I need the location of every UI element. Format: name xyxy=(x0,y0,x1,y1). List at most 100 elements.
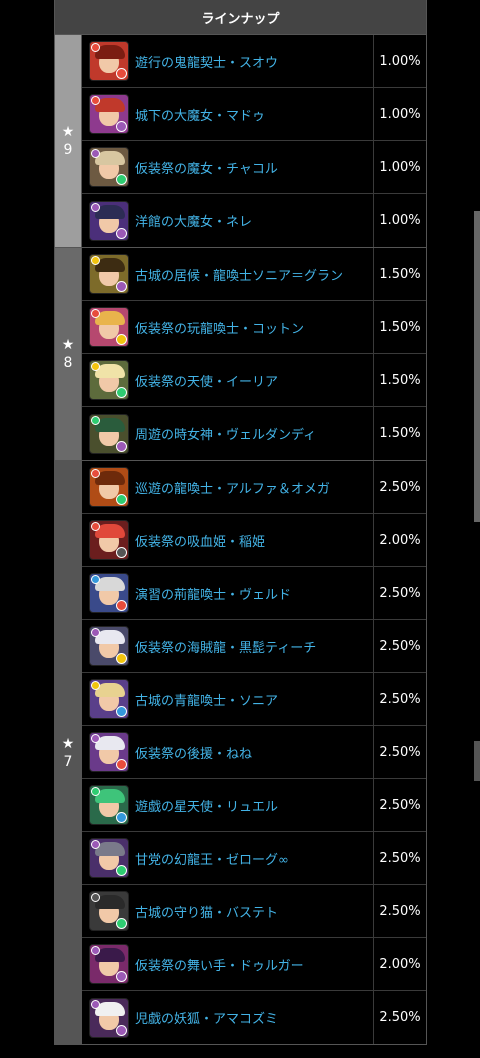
monster-name-link[interactable]: 遊行の鬼龍契士・スオウ xyxy=(135,52,373,71)
monster-name-link[interactable]: 仮装祭の海賊龍・黒髭ティーチ xyxy=(135,637,373,656)
lineup-row[interactable]: 仮装祭の魔女・チャコル 1.00% xyxy=(82,141,426,194)
main-attribute-orb-icon xyxy=(91,202,100,212)
star-icon: ★ xyxy=(61,337,75,353)
rarity-group: ★ 9 遊行の鬼龍契士・スオウ 1.00% 城下の大魔女・マドゥ 1.00% 仮装祭の魔女・… xyxy=(55,35,426,248)
main-attribute-orb-icon xyxy=(91,893,100,902)
monster-name-link[interactable]: 仮装祭の天使・イーリア xyxy=(135,371,373,390)
sub-attribute-orb-icon xyxy=(116,494,127,505)
lineup-row[interactable]: 仮装祭の吸血姫・稲姫 2.00% xyxy=(82,514,426,567)
monster-name-link[interactable]: 古城の居候・龍喚士ソニア＝グラン xyxy=(135,265,373,284)
monster-name-link[interactable]: 仮装祭の吸血姫・稲姫 xyxy=(135,531,373,550)
monster-name-link[interactable]: 甘党の幻龍王・ゼローグ∞ xyxy=(135,849,373,868)
star-icon: ★ xyxy=(61,735,75,752)
monster-name-link[interactable]: 巡遊の龍喚士・アルファ＆オメガ xyxy=(135,478,373,497)
monster-portrait-icon[interactable] xyxy=(89,573,129,613)
monster-name-link[interactable]: 仮装祭の舞い手・ドゥルガー xyxy=(135,955,373,974)
monster-name-link[interactable]: 古城の守り猫・バステト xyxy=(135,902,373,921)
lineup-row[interactable]: 仮装祭の舞い手・ドゥルガー 2.00% xyxy=(82,938,426,991)
monster-portrait-icon[interactable] xyxy=(89,254,129,294)
lineup-row[interactable]: 城下の大魔女・マドゥ 1.00% xyxy=(82,88,426,141)
monster-portrait-icon[interactable] xyxy=(89,732,129,772)
lineup-row[interactable]: 仮装祭の後援・ねね 2.50% xyxy=(82,726,426,779)
monster-portrait-icon[interactable] xyxy=(89,147,129,187)
rarity-label: ★ 8 xyxy=(55,248,82,460)
monster-name-link[interactable]: 古城の青龍喚士・ソニア xyxy=(135,690,373,709)
lineup-row[interactable]: 仮装祭の天使・イーリア 1.50% xyxy=(82,354,426,407)
sub-attribute-orb-icon xyxy=(116,918,127,929)
monster-portrait-icon[interactable] xyxy=(89,838,129,878)
lineup-row[interactable]: 遊行の鬼龍契士・スオウ 1.00% xyxy=(82,35,426,88)
monster-portrait-icon[interactable] xyxy=(89,200,129,241)
group-rows: 巡遊の龍喚士・アルファ＆オメガ 2.50% 仮装祭の吸血姫・稲姫 2.00% 演習の荊龍… xyxy=(82,461,426,1044)
monster-portrait-icon[interactable] xyxy=(89,94,129,134)
sub-attribute-orb-icon xyxy=(116,971,127,982)
lineup-groups: ★ 9 遊行の鬼龍契士・スオウ 1.00% 城下の大魔女・マドゥ 1.00% 仮装祭の魔女・… xyxy=(55,35,426,1045)
drop-rate: 2.50% xyxy=(373,779,426,831)
monster-name-link[interactable]: 仮装祭の魔女・チャコル xyxy=(135,158,373,177)
lineup-row[interactable]: 古城の守り猫・バステト 2.50% xyxy=(82,885,426,938)
monster-name-link[interactable]: 洋館の大魔女・ネレ xyxy=(135,211,373,230)
sub-attribute-orb-icon xyxy=(116,547,127,558)
monster-portrait-icon[interactable] xyxy=(89,944,129,984)
lineup-row[interactable]: 古城の青龍喚士・ソニア 2.50% xyxy=(82,673,426,726)
monster-portrait-icon[interactable] xyxy=(89,41,129,81)
main-attribute-orb-icon xyxy=(91,96,100,105)
sub-attribute-orb-icon xyxy=(116,334,127,345)
sub-attribute-orb-icon xyxy=(116,174,127,185)
drop-rate: 2.00% xyxy=(373,938,426,990)
monster-portrait-icon[interactable] xyxy=(89,785,129,825)
main-attribute-orb-icon xyxy=(91,522,100,531)
table-title: ラインナップ xyxy=(201,11,280,27)
sub-attribute-orb-icon xyxy=(116,706,127,717)
monster-portrait-icon[interactable] xyxy=(89,413,129,454)
monster-portrait-icon[interactable] xyxy=(89,360,129,400)
drop-rate: 1.50% xyxy=(373,354,426,406)
main-attribute-orb-icon xyxy=(91,840,100,849)
lineup-row[interactable]: 仮装祭の海賊龍・黒髭ティーチ 2.50% xyxy=(82,620,426,673)
lineup-row[interactable]: 古城の居候・龍喚士ソニア＝グラン 1.50% xyxy=(82,248,426,301)
main-attribute-orb-icon xyxy=(91,999,100,1009)
lineup-row[interactable]: 甘党の幻龍王・ゼローグ∞ 2.50% xyxy=(82,832,426,885)
sub-attribute-orb-icon xyxy=(116,387,127,398)
main-attribute-orb-icon xyxy=(91,43,100,52)
sub-attribute-orb-icon xyxy=(116,440,127,452)
sub-attribute-orb-icon xyxy=(116,653,127,664)
main-attribute-orb-icon xyxy=(91,415,100,425)
monster-name-link[interactable]: 仮装祭の玩龍喚士・コットン xyxy=(135,318,373,337)
monster-name-link[interactable]: 仮装祭の後援・ねね xyxy=(135,743,373,762)
monster-portrait-icon[interactable] xyxy=(89,626,129,666)
scrollbar-thumb[interactable] xyxy=(474,211,480,522)
lineup-row[interactable]: 巡遊の龍喚士・アルファ＆オメガ 2.50% xyxy=(82,461,426,514)
monster-name-link[interactable]: 周遊の時女神・ヴェルダンディ xyxy=(135,424,373,443)
monster-portrait-icon[interactable] xyxy=(89,997,129,1038)
lineup-row[interactable]: 演習の荊龍喚士・ヴェルド 2.50% xyxy=(82,567,426,620)
group-rows: 古城の居候・龍喚士ソニア＝グラン 1.50% 仮装祭の玩龍喚士・コットン 1.50% 仮… xyxy=(82,248,426,460)
rarity-label: ★ 7 xyxy=(55,461,82,1044)
lineup-row[interactable]: 児戯の妖狐・アマコズミ 2.50% xyxy=(82,991,426,1044)
monster-name-link[interactable]: 児戯の妖狐・アマコズミ xyxy=(135,1008,373,1027)
monster-name-link[interactable]: 演習の荊龍喚士・ヴェルド xyxy=(135,584,373,603)
drop-rate: 1.50% xyxy=(373,301,426,353)
lineup-row[interactable]: 遊戯の星天使・リュエル 2.50% xyxy=(82,779,426,832)
table-header: ラインナップ xyxy=(55,0,426,35)
main-attribute-orb-icon xyxy=(91,149,100,158)
monster-portrait-icon[interactable] xyxy=(89,520,129,560)
drop-rate: 2.00% xyxy=(373,514,426,566)
monster-name-link[interactable]: 城下の大魔女・マドゥ xyxy=(135,105,373,124)
main-attribute-orb-icon xyxy=(91,309,100,318)
drop-rate: 1.00% xyxy=(373,141,426,193)
monster-portrait-icon[interactable] xyxy=(89,891,129,931)
scrollbar-thumb-secondary[interactable] xyxy=(474,741,480,781)
star-icon: ★ xyxy=(61,124,75,140)
monster-portrait-icon[interactable] xyxy=(89,679,129,719)
rarity-number: 7 xyxy=(63,753,73,770)
lineup-row[interactable]: 周遊の時女神・ヴェルダンディ 1.50% xyxy=(82,407,426,460)
sub-attribute-orb-icon xyxy=(116,865,127,876)
lineup-row[interactable]: 仮装祭の玩龍喚士・コットン 1.50% xyxy=(82,301,426,354)
monster-portrait-icon[interactable] xyxy=(89,467,129,507)
lineup-row[interactable]: 洋館の大魔女・ネレ 1.00% xyxy=(82,194,426,247)
rarity-group: ★ 7 巡遊の龍喚士・アルファ＆オメガ 2.50% 仮装祭の吸血姫・稲姫 2.00% 演習の… xyxy=(55,461,426,1045)
main-attribute-orb-icon xyxy=(91,256,100,265)
monster-portrait-icon[interactable] xyxy=(89,307,129,347)
monster-name-link[interactable]: 遊戯の星天使・リュエル xyxy=(135,796,373,815)
